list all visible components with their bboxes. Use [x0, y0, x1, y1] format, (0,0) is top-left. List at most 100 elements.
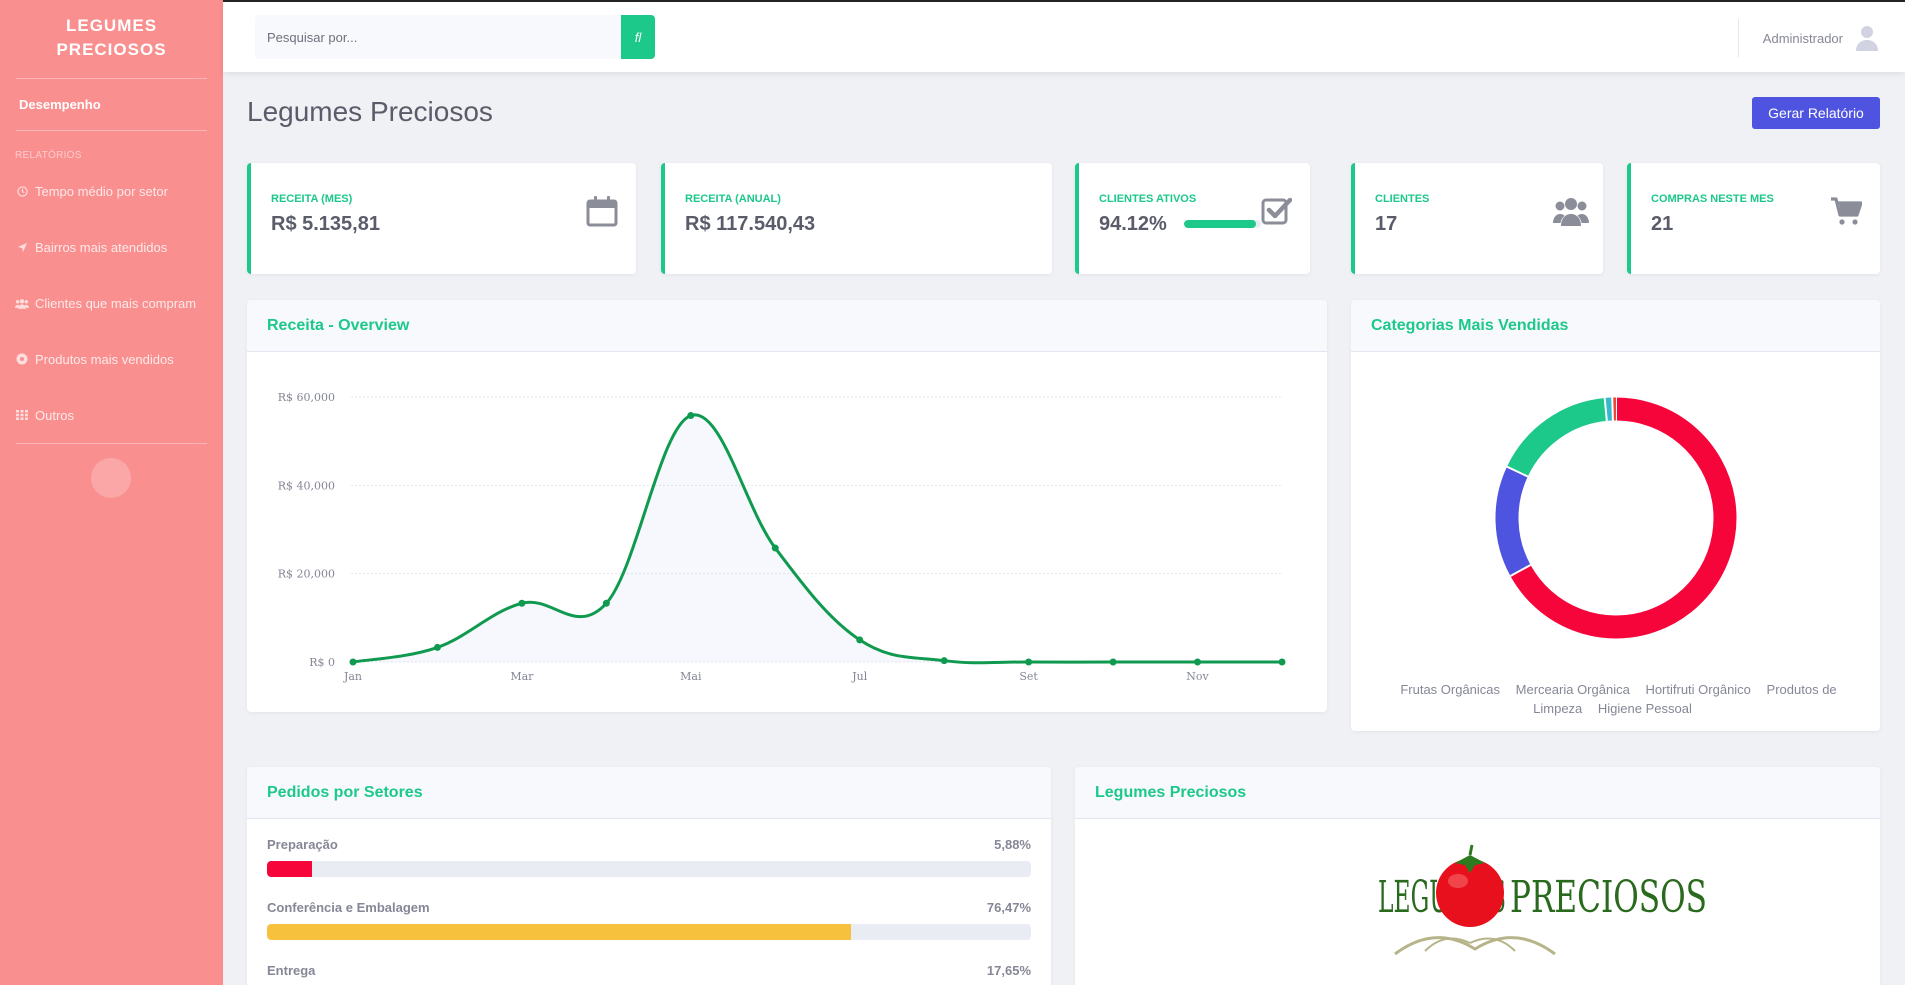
sidebar-item-tempo-medio[interactable]: Tempo médio por setor	[0, 163, 223, 219]
search-icon: fl	[634, 29, 642, 45]
slice-separator	[1611, 397, 1614, 421]
pie-slice	[1495, 466, 1531, 577]
sidebar-item-label: Produtos mais vendidos	[35, 351, 174, 367]
sector-percent: 5,88%	[994, 837, 1031, 852]
legend-item[interactable]: Hortifruti Orgânico	[1645, 682, 1750, 697]
legend-item[interactable]: Frutas Orgânicas	[1400, 682, 1500, 697]
sidebar-item-label: Clientes que mais compram	[35, 295, 197, 311]
sidebar-item-label: Bairros mais atendidos	[35, 239, 168, 255]
progress-fill	[1184, 220, 1257, 228]
tag-icon	[15, 352, 29, 366]
data-point	[602, 599, 610, 607]
sector-name: Preparação	[267, 837, 338, 852]
sector-progress-fill	[267, 924, 852, 940]
x-tick-label: Mar	[510, 670, 534, 683]
shopping-cart-icon	[1830, 195, 1863, 227]
sidebar-item-outros[interactable]: Outros	[0, 387, 223, 443]
data-point	[1194, 658, 1202, 666]
data-point	[349, 658, 357, 666]
logo-text-right: PRECIOSOS	[1510, 872, 1707, 923]
x-tick-label: Mai	[680, 670, 702, 683]
series-area	[353, 414, 1282, 663]
generate-report-button[interactable]: Gerar Relatório	[1752, 97, 1880, 129]
sidebar-item-produtos[interactable]: Produtos mais vendidos	[0, 331, 223, 387]
sidebar-heading: RELATÓRIOS	[15, 150, 82, 161]
panel-title: Legumes Preciosos	[1075, 767, 1880, 819]
pie-slice	[1506, 398, 1608, 477]
topbar-divider	[1738, 19, 1739, 57]
stat-value: R$ 117.540,43	[685, 213, 816, 235]
sidebar-brand[interactable]: LEGUMES PRECIOSOS	[0, 0, 223, 62]
check-square-icon	[1260, 195, 1293, 227]
user-menu[interactable]: Administrador	[1763, 24, 1881, 52]
stat-card-clientes-ativos: CLIENTES ATIVOS 94.12%	[1075, 163, 1310, 274]
stat-label: RECEITA (ANUAL)	[685, 193, 781, 205]
y-tick-label: R$ 40,000	[278, 479, 335, 492]
chart-legend: Frutas Orgânicas Mercearia Orgânica Hort…	[1371, 680, 1860, 718]
sidebar: LEGUMES PRECIOSOS Desempenho RELATÓRIOS …	[0, 0, 223, 985]
panel-title: Pedidos por Setores	[247, 767, 1051, 819]
user-avatar-icon	[1853, 24, 1881, 52]
data-point	[856, 636, 864, 644]
data-point	[940, 657, 948, 665]
categories-panel: Categorias Mais Vendidas Frutas Orgânica…	[1351, 300, 1880, 731]
legend-item[interactable]: Mercearia Orgânica	[1516, 682, 1630, 697]
legumes-preciosos-logo: LEGUMES PRECIOSOS	[1378, 844, 1707, 956]
search-form: fl	[255, 15, 655, 59]
sectors-panel: Pedidos por Setores Preparação 5,88% Conf…	[247, 767, 1051, 985]
stat-label: CLIENTES	[1375, 193, 1430, 205]
users-icon	[1553, 195, 1589, 227]
data-point	[433, 643, 441, 651]
sector-row-entrega: Entrega 17,65%	[267, 963, 1031, 985]
page-title: Legumes Preciosos	[247, 96, 493, 127]
sidebar-toggle-button[interactable]	[91, 458, 131, 498]
y-tick-label: R$ 60,000	[278, 391, 335, 404]
stat-value: 94.12%	[1099, 213, 1167, 235]
search-input[interactable]	[255, 15, 621, 59]
panel-title: Categorias Mais Vendidas	[1351, 300, 1880, 352]
x-tick-label: Jul	[851, 670, 867, 683]
calendar-icon	[586, 195, 618, 227]
sidebar-item-clientes[interactable]: Clientes que mais compram	[0, 275, 223, 331]
stat-label: COMPRAS NESTE MES	[1651, 193, 1774, 205]
y-tick-label: R$ 20,000	[278, 568, 335, 581]
location-arrow-icon	[15, 240, 29, 254]
sidebar-item-label: Outros	[35, 407, 75, 423]
data-point	[771, 544, 779, 552]
panel-title: Receita - Overview	[247, 300, 1327, 352]
clock-icon	[15, 184, 29, 198]
stat-value: 17	[1375, 213, 1398, 235]
sector-progress-bar	[267, 924, 1031, 940]
sidebar-divider	[16, 443, 207, 444]
sidebar-item-bairros[interactable]: Bairros mais atendidos	[0, 219, 223, 275]
sector-row-preparacao: Preparação 5,88%	[267, 837, 1031, 877]
logo-panel: Legumes Preciosos LEGUMES PRECIOSOS	[1075, 767, 1880, 985]
sector-percent: 17,65%	[986, 963, 1031, 978]
search-button[interactable]: fl	[621, 15, 655, 59]
categories-donut-chart	[1495, 397, 1737, 639]
sector-percent: 76,47%	[986, 900, 1031, 915]
grid-icon	[15, 408, 29, 422]
stat-card-compras: COMPRAS NESTE MES 21	[1627, 163, 1880, 274]
x-tick-label: Nov	[1186, 670, 1209, 683]
sector-name: Conferência e Embalagem	[267, 900, 430, 915]
legend-item[interactable]: Higiene Pessoal	[1598, 701, 1692, 716]
sidebar-item-desempenho[interactable]: Desempenho	[0, 79, 223, 130]
stat-value: 21	[1651, 213, 1674, 235]
sector-progress-bar	[267, 861, 1031, 877]
stat-card-receita-mes: RECEITA (MES) R$ 5.135,81	[247, 163, 636, 274]
x-tick-label: Set	[1019, 670, 1038, 683]
sector-progress-fill	[267, 861, 312, 877]
user-name: Administrador	[1762, 30, 1843, 46]
stat-value: R$ 5.135,81	[271, 213, 380, 235]
sector-name: Entrega	[267, 963, 316, 978]
x-tick-label: Jan	[343, 670, 362, 683]
data-point	[1025, 658, 1033, 666]
stat-card-receita-anual: RECEITA (ANUAL) R$ 117.540,43	[661, 163, 1052, 274]
y-tick-label: R$ 0	[309, 656, 335, 669]
sidebar-item-label: Tempo médio por setor	[35, 183, 168, 199]
stat-label: RECEITA (MES)	[271, 193, 353, 205]
data-point	[518, 599, 526, 607]
stat-card-clientes: CLIENTES 17	[1351, 163, 1603, 274]
brand-line1: LEGUMES	[65, 16, 158, 35]
